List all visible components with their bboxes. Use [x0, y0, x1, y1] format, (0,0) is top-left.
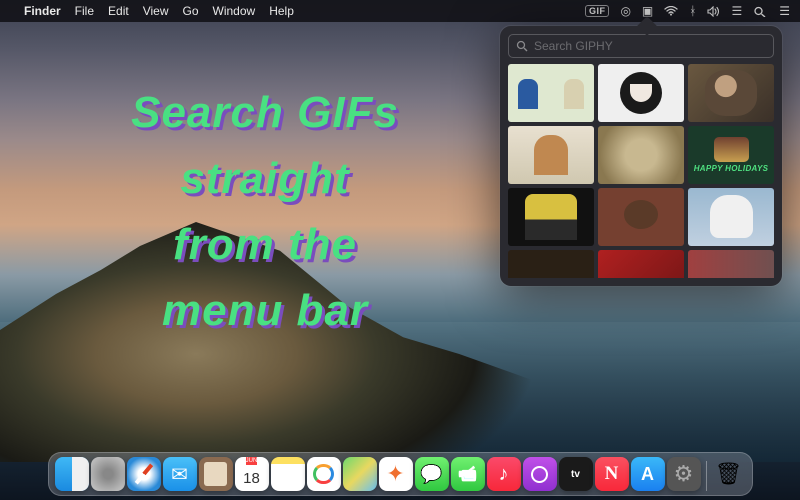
- gif-tile[interactable]: [508, 126, 594, 184]
- dock-maps-icon[interactable]: [343, 457, 377, 491]
- gif-tile[interactable]: [688, 188, 774, 246]
- spotlight-icon[interactable]: [753, 6, 768, 17]
- marketing-headline: Search GIFs straight from the menu bar: [75, 80, 455, 344]
- hero-line-2: straight: [75, 146, 455, 212]
- gif-results-grid: HAPPY HOLIDAYS: [508, 64, 774, 278]
- hero-line-4: menu bar: [75, 278, 455, 344]
- dock-calendar-icon[interactable]: JUN 18: [235, 457, 269, 491]
- search-input[interactable]: [534, 39, 766, 53]
- menubar-item-edit[interactable]: Edit: [108, 4, 129, 18]
- bluetooth-icon[interactable]: ᚼ: [689, 4, 696, 18]
- wifi-icon[interactable]: [664, 6, 678, 16]
- dock-container: JUN 18 tv: [0, 452, 800, 496]
- gif-tile[interactable]: [688, 64, 774, 122]
- calendar-day: 18: [243, 465, 260, 491]
- menubar-item-window[interactable]: Window: [213, 4, 256, 18]
- gif-tile[interactable]: [598, 64, 684, 122]
- gif-caption: HAPPY HOLIDAYS: [694, 164, 769, 173]
- dock-notes-icon[interactable]: [271, 457, 305, 491]
- airplay-icon[interactable]: ▣: [642, 4, 653, 18]
- search-field-wrap[interactable]: [508, 34, 774, 58]
- dock-news-icon[interactable]: [595, 457, 629, 491]
- menubar-app-name[interactable]: Finder: [24, 4, 61, 18]
- dock: JUN 18 tv: [48, 452, 753, 496]
- gif-tile[interactable]: [598, 188, 684, 246]
- dock-tv-icon[interactable]: tv: [559, 457, 593, 491]
- menubar-item-view[interactable]: View: [143, 4, 169, 18]
- dock-finder-icon[interactable]: [55, 457, 89, 491]
- dock-appstore-icon[interactable]: [631, 457, 665, 491]
- dock-facetime-icon[interactable]: [451, 457, 485, 491]
- gif-tile[interactable]: [508, 64, 594, 122]
- menubar-item-help[interactable]: Help: [269, 4, 294, 18]
- notification-center-icon[interactable]: ☰: [779, 4, 790, 18]
- menubar-item-go[interactable]: Go: [183, 4, 199, 18]
- dock-photos-icon[interactable]: [379, 457, 413, 491]
- dock-mail-icon[interactable]: [163, 457, 197, 491]
- hero-line-1: Search GIFs: [75, 80, 455, 146]
- dock-safari-icon[interactable]: [127, 457, 161, 491]
- dock-contacts-icon[interactable]: [199, 457, 233, 491]
- gif-tile[interactable]: HAPPY HOLIDAYS: [688, 126, 774, 184]
- dock-launchpad-icon[interactable]: [91, 457, 125, 491]
- gif-search-popover: HAPPY HOLIDAYS: [500, 26, 782, 286]
- control-center-icon[interactable]: ☰: [731, 4, 742, 18]
- menubar: Finder File Edit View Go Window Help GIF…: [0, 0, 800, 22]
- menubar-item-file[interactable]: File: [75, 4, 94, 18]
- gif-tile[interactable]: [598, 126, 684, 184]
- hero-line-3: from the: [75, 212, 455, 278]
- gif-tile[interactable]: [508, 188, 594, 246]
- gif-tile[interactable]: [508, 250, 594, 278]
- gif-menubar-icon[interactable]: GIF: [585, 5, 610, 17]
- gif-tile[interactable]: [688, 250, 774, 278]
- dock-trash-icon[interactable]: [712, 457, 746, 491]
- dock-music-icon[interactable]: [487, 457, 521, 491]
- dock-separator: [706, 461, 707, 491]
- dock-reminders-icon[interactable]: [307, 457, 341, 491]
- search-icon: [516, 40, 528, 52]
- dock-podcasts-icon[interactable]: [523, 457, 557, 491]
- calendar-month: JUN: [246, 457, 258, 465]
- dock-messages-icon[interactable]: [415, 457, 449, 491]
- gif-tile[interactable]: [598, 250, 684, 278]
- dock-settings-icon[interactable]: [667, 457, 701, 491]
- do-not-disturb-icon[interactable]: ◎: [620, 4, 630, 18]
- volume-icon[interactable]: [707, 6, 720, 17]
